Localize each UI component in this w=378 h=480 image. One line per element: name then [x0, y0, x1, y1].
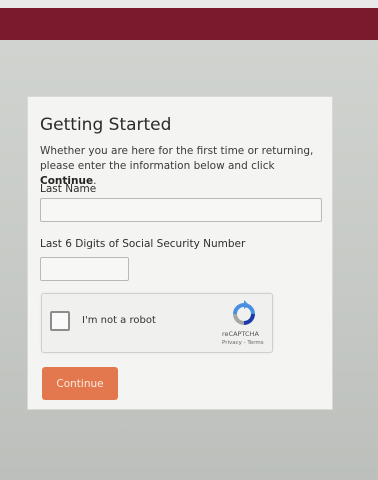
- recaptcha-privacy-terms[interactable]: Privacy - Terms: [222, 340, 264, 346]
- page-title: Getting Started: [40, 115, 172, 135]
- recaptcha-widget: I'm not a robot reCAPTCHA Privacy - Term…: [41, 293, 273, 353]
- intro-text-body: Whether you are here for the first time …: [40, 145, 314, 172]
- screen: Getting Started Whether you are here for…: [0, 0, 378, 480]
- ssn-label: Last 6 Digits of Social Security Number: [40, 238, 246, 250]
- header-bar: [0, 8, 378, 40]
- recaptcha-brand: reCAPTCHA: [222, 330, 259, 338]
- recaptcha-checkbox[interactable]: [50, 311, 70, 331]
- last-name-label: Last Name: [40, 183, 97, 195]
- recaptcha-logo-icon: [233, 300, 255, 325]
- last-name-input[interactable]: [40, 198, 322, 222]
- getting-started-card: Getting Started Whether you are here for…: [27, 96, 333, 410]
- ssn-input[interactable]: [40, 257, 129, 281]
- top-bezel: [0, 0, 378, 8]
- recaptcha-label: I'm not a robot: [82, 315, 156, 326]
- continue-button[interactable]: Continue: [42, 367, 118, 400]
